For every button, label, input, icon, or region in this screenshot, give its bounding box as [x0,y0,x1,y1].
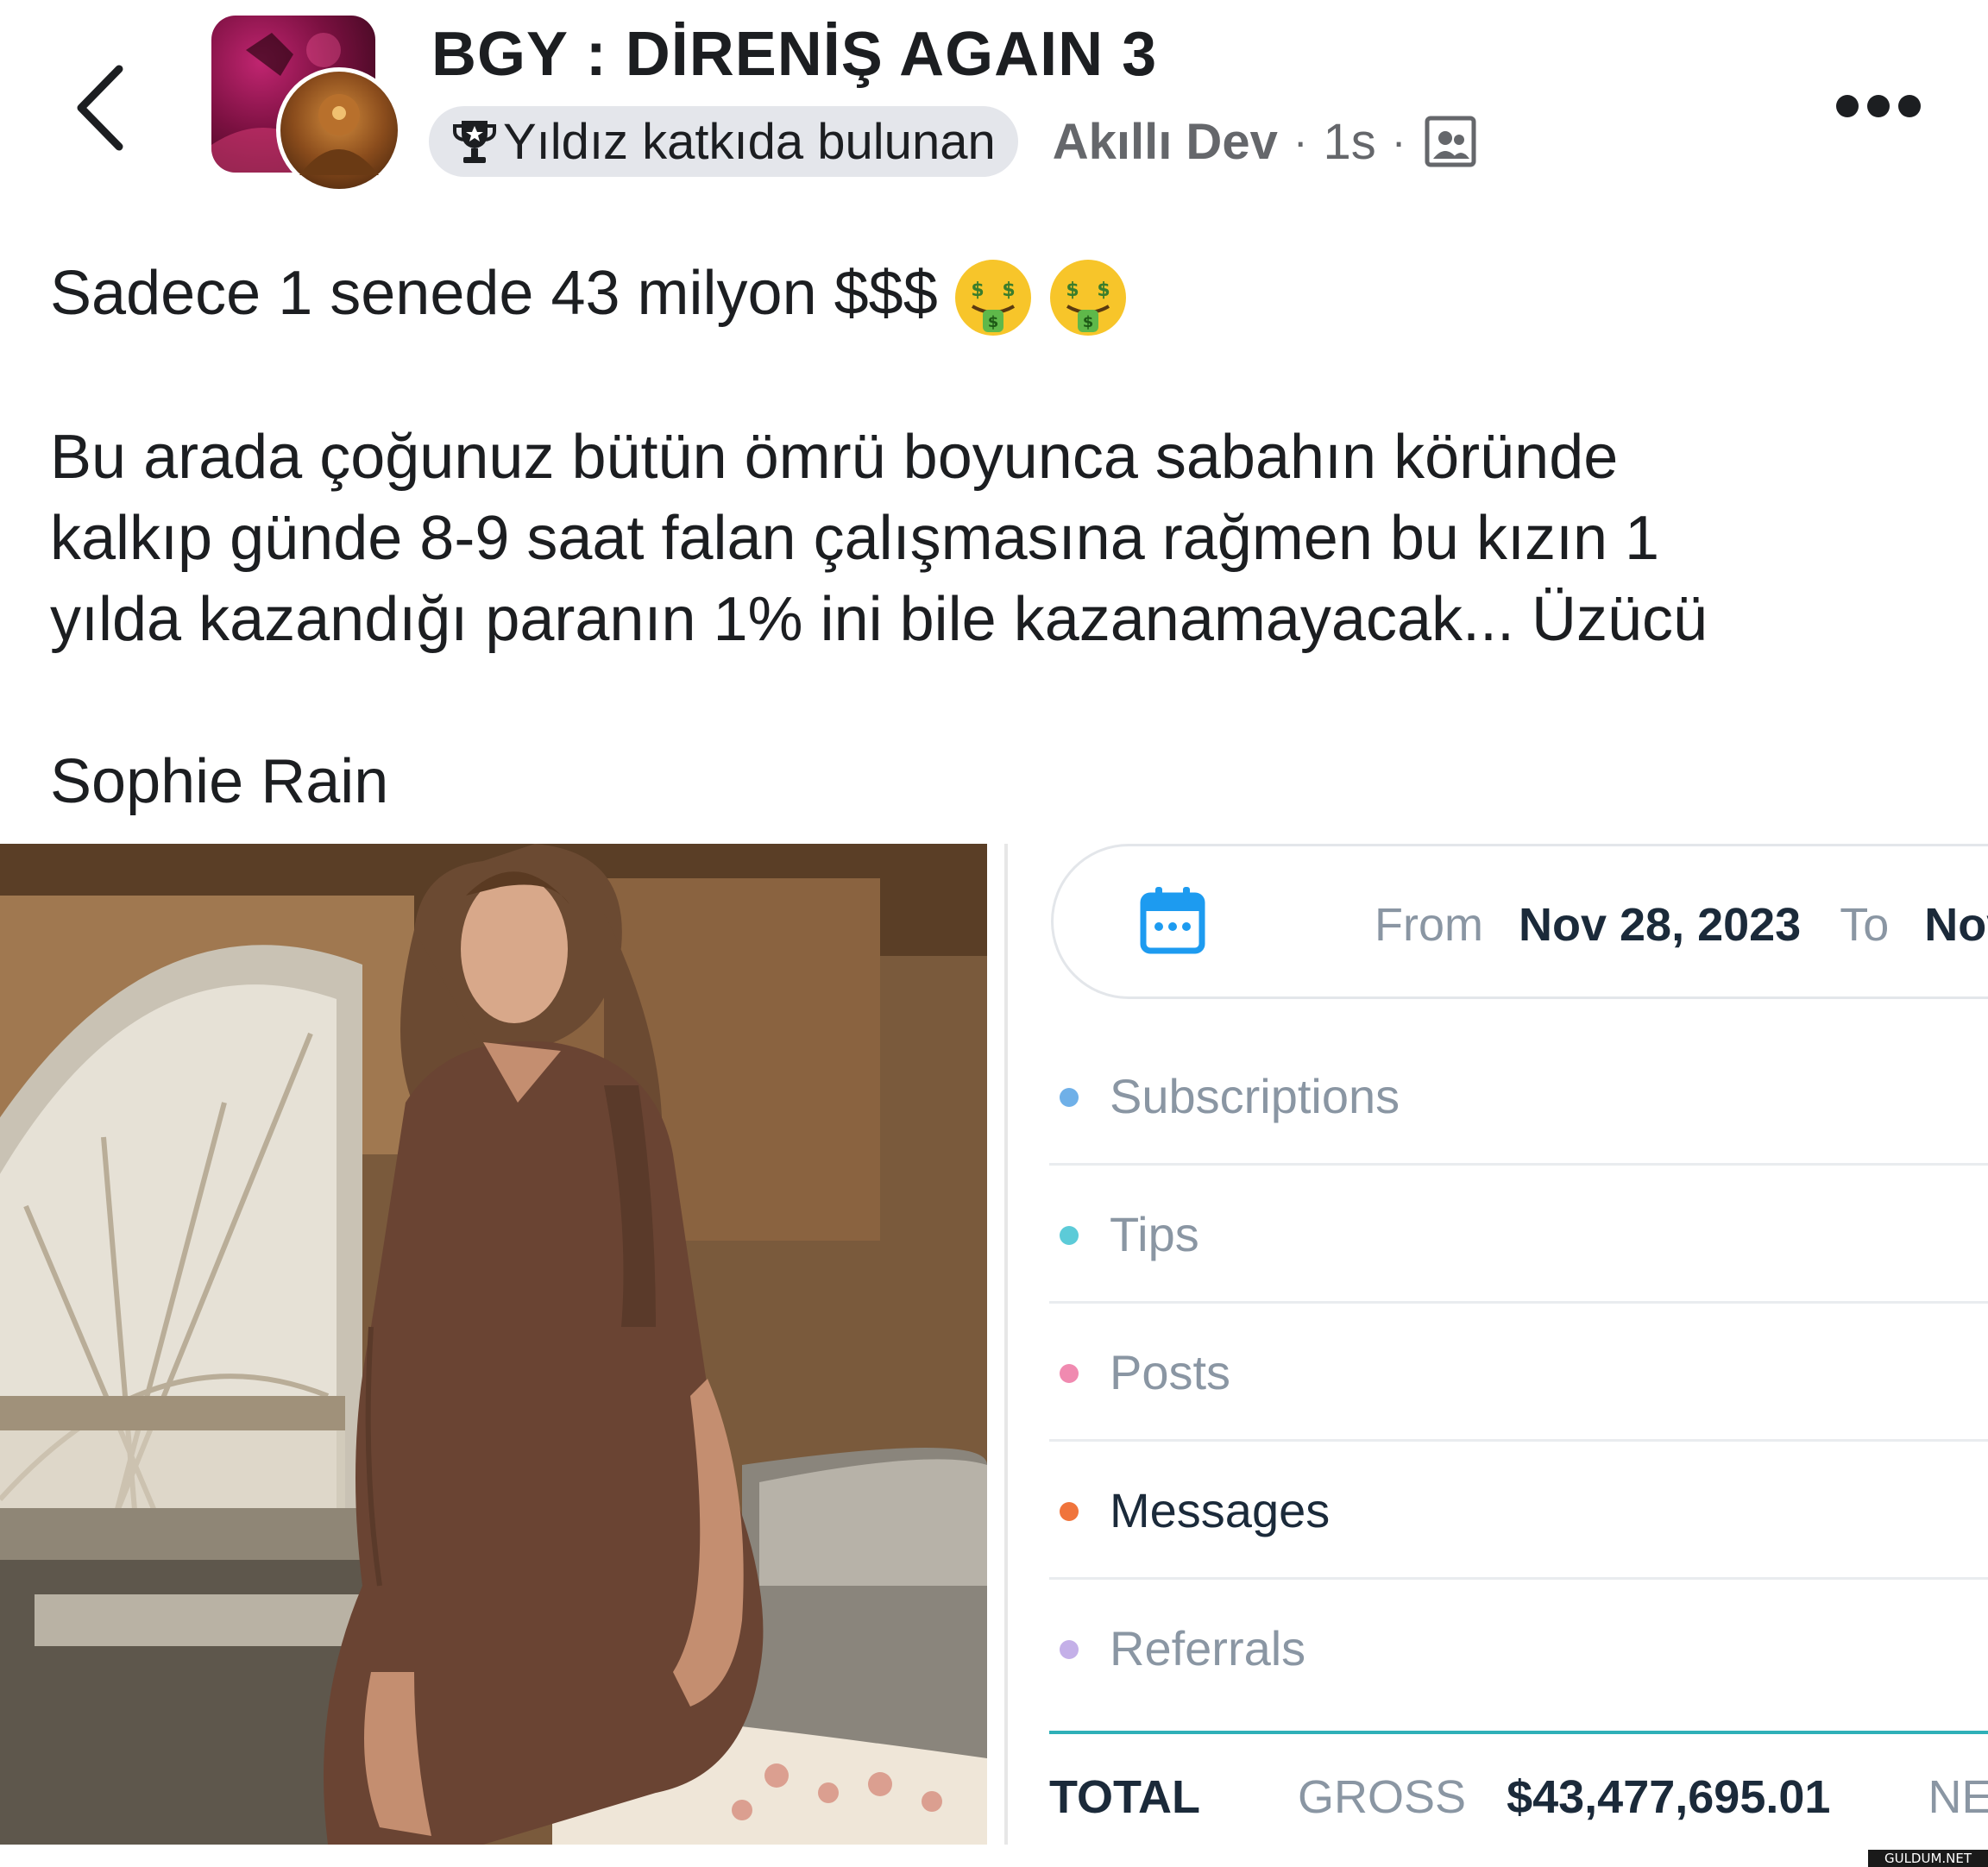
group-audience-icon[interactable] [1425,116,1476,167]
stat-row-messages[interactable]: Messages [1049,1439,1988,1580]
gross-value: $43,477,695.01 [1507,1771,1831,1823]
earnings-statistics-image: From Nov 28, 2023 To Nov 28 Subscription… [1008,844,1988,1845]
stat-row-tips[interactable]: Tips [1049,1163,1988,1304]
more-horizontal-icon [1898,95,1921,117]
stat-label: Subscriptions [1110,1069,1400,1123]
calendar-icon [1140,887,1205,954]
chevron-left-icon [77,65,123,151]
user-avatar[interactable] [276,67,402,193]
legend-dot [1060,1364,1079,1383]
post-paragraph-line: yılda kazandığı paranın 1% ini bile kaza… [50,585,1708,654]
separator-dot: · [1391,117,1406,166]
to-date: Nov 28 [1924,899,1988,951]
group-avatar[interactable] [211,16,402,193]
date-range-picker[interactable]: From Nov 28, 2023 To Nov 28 [1051,844,1988,999]
total-label: TOTAL [1049,1771,1200,1823]
svg-text:$: $ [971,280,984,301]
stat-label: Referrals [1110,1621,1306,1675]
site-watermark: GULDUM.NET [1868,1850,1988,1867]
stat-row-posts[interactable]: Posts [1049,1301,1988,1442]
stat-row-referrals[interactable]: Referrals [1049,1577,1988,1715]
more-horizontal-icon [1867,95,1890,117]
svg-text:$: $ [1082,313,1093,331]
group-title[interactable]: BGY : DİRENİŞ AGAIN 3 [431,19,1157,90]
stat-label: Posts [1110,1345,1231,1399]
net-label: NET [1928,1771,1988,1823]
total-divider [1049,1731,1988,1734]
date-range-text: From Nov 28, 2023 To Nov 28 [1375,898,1988,952]
gross-label: GROSS [1298,1771,1467,1823]
separator-dot: · [1293,117,1308,166]
svg-text:$: $ [987,313,998,331]
post-name-line: Sophie Rain [50,747,389,816]
more-options-button[interactable] [1836,93,1922,119]
legend-dot [1060,1088,1079,1107]
money-mouth-face-icon: $ $ $ [954,259,1031,336]
top-contributor-badge[interactable]: Yıldız katkıda bulunan [429,106,1018,177]
post-text-line: Sadece 1 senede 43 milyon $$$ $ $ $ $ $ … [50,252,1948,337]
legend-dot [1060,1640,1079,1659]
post-photo[interactable] [0,844,987,1845]
stat-label: Tips [1110,1207,1199,1261]
svg-text:$: $ [1066,280,1079,301]
money-mouth-face-icon: $ $ $ [1049,259,1126,336]
back-button[interactable] [71,60,131,155]
post-paragraph-line: kalkıp günde 8-9 saat falan çalışmasına … [50,504,1660,573]
svg-text:$: $ [1002,280,1015,301]
from-label: From [1375,899,1483,951]
stat-label: Messages [1110,1483,1331,1537]
post-author[interactable]: Akıllı Dev [1053,113,1278,171]
post-timestamp[interactable]: 1s [1324,113,1376,171]
badge-label: Yıldız katkıda bulunan [503,113,996,170]
legend-dot [1060,1502,1079,1521]
trophy-icon [453,121,496,163]
total-row: TOTAL GROSS $43,477,695.01 NET $ [1049,1770,1988,1824]
to-label: To [1840,899,1890,951]
more-horizontal-icon [1836,95,1859,117]
svg-text:$: $ [1097,280,1110,301]
post-paragraph-line: Bu arada çoğunuz bütün ömrü boyunca saba… [50,423,1619,492]
stat-row-subscriptions[interactable]: Subscriptions [1049,1025,1988,1166]
from-date: Nov 28, 2023 [1519,899,1802,951]
post-meta-row: Yıldız katkıda bulunan Akıllı Dev · 1s · [429,105,1476,178]
post-headline: Sadece 1 senede 43 milyon $$$ [50,259,938,328]
legend-dot [1060,1226,1079,1245]
